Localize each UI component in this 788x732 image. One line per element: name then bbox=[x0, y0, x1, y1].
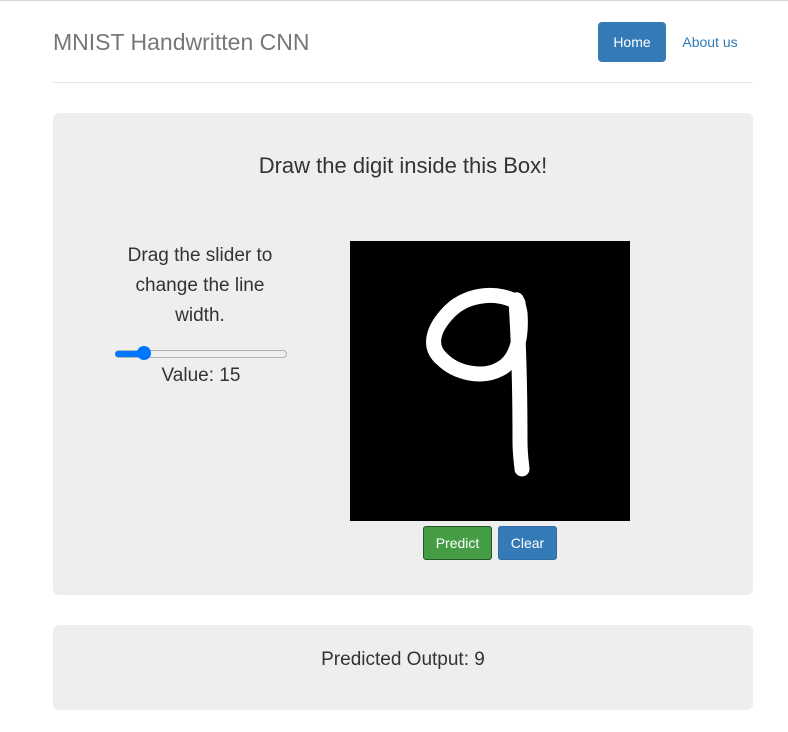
slider-instructions: Drag the slider to change the line width… bbox=[127, 245, 273, 326]
digit-stroke bbox=[426, 287, 530, 477]
nav-item-about-us[interactable]: About us bbox=[670, 22, 750, 62]
drawing-canvas[interactable] bbox=[350, 241, 630, 521]
navbar: MNIST Handwritten CNN Home About us bbox=[53, 1, 753, 83]
brand-title[interactable]: MNIST Handwritten CNN bbox=[53, 27, 309, 57]
line-width-slider[interactable] bbox=[115, 346, 287, 360]
output-panel: Predicted Output: 9 bbox=[53, 625, 753, 710]
output-value: 9 bbox=[474, 649, 485, 670]
value-number: 15 bbox=[219, 365, 241, 386]
value-label: Value: bbox=[161, 365, 215, 386]
panel-heading: Draw the digit inside this Box! bbox=[258, 153, 548, 178]
slider-value-readout: Value: 15 bbox=[115, 364, 287, 388]
predicted-output: Predicted Output: 9 bbox=[53, 648, 753, 672]
predict-button[interactable]: Predict bbox=[423, 526, 492, 560]
drawn-digit bbox=[426, 287, 530, 477]
drawing-panel: Draw the digit inside this Box! Drag the… bbox=[53, 113, 753, 595]
clear-button[interactable]: Clear bbox=[498, 526, 557, 560]
nav-item-home[interactable]: Home bbox=[598, 22, 666, 62]
output-label: Predicted Output: bbox=[321, 649, 469, 670]
